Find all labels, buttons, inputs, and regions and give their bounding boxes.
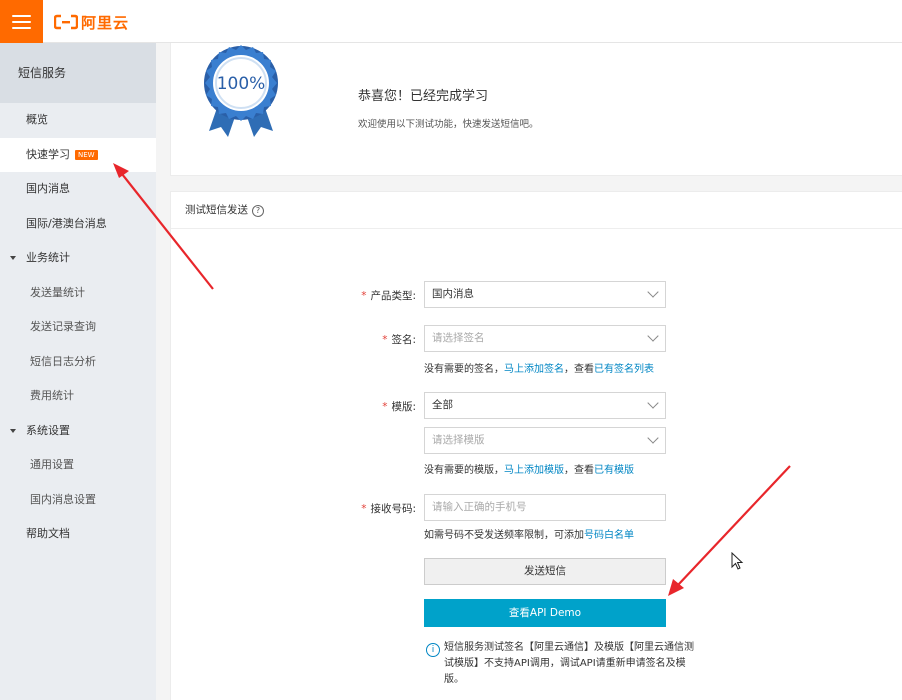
sidebar-item-label: 概览	[26, 113, 48, 126]
sidebar-title: 短信服务	[0, 43, 156, 103]
template-label: * 模版:	[382, 401, 416, 413]
aliyun-logo[interactable]: 阿里云	[54, 11, 129, 33]
product-type-value: 国内消息	[432, 288, 474, 300]
view-api-demo-button[interactable]: 查看API Demo	[424, 599, 666, 627]
phone-label: * 接收号码:	[361, 503, 416, 515]
whitelist-link[interactable]: 号码白名单	[584, 530, 634, 541]
signature-label: * 签名:	[382, 334, 416, 346]
product-type-select[interactable]: 国内消息	[424, 281, 666, 308]
sidebar-item-domestic-message[interactable]: 国内消息	[0, 172, 156, 207]
info-icon: i	[426, 643, 440, 657]
template-hint: 没有需要的模版，马上添加模版，查看已有模版	[424, 465, 634, 476]
caret-down-icon	[10, 428, 16, 433]
add-template-link[interactable]: 马上添加模版	[504, 465, 564, 476]
sidebar: 短信服务 概览 快速学习 NEW 国内消息 国际/港澳台消息 业务统计 发送量统计…	[0, 43, 156, 700]
sidebar-item-cost-stats[interactable]: 费用统计	[0, 379, 156, 414]
template-select[interactable]: 请选择模版	[424, 427, 666, 454]
signature-select[interactable]: 请选择签名	[424, 325, 666, 352]
signature-list-link[interactable]: 已有签名列表	[594, 364, 654, 375]
add-signature-link[interactable]: 马上添加签名	[504, 364, 564, 375]
sidebar-item-label: 费用统计	[30, 389, 74, 402]
congrats-title: 恭喜您！已经完成学习	[358, 89, 489, 104]
congrats-subtitle: 欢迎使用以下测试功能，快速发送短信吧。	[358, 119, 539, 130]
phone-input[interactable]: 请输入正确的手机号	[424, 494, 666, 521]
sidebar-item-label: 快速学习	[26, 147, 70, 161]
section-title: 测试短信发送	[185, 204, 248, 216]
card-header: 测试短信发送?	[171, 192, 902, 229]
sidebar-item-international-message[interactable]: 国际/港澳台消息	[0, 207, 156, 242]
sidebar-item-label: 帮助文档	[26, 527, 70, 540]
mouse-cursor-icon	[731, 552, 744, 570]
logo-text: 阿里云	[81, 13, 130, 32]
sidebar-item-help-docs[interactable]: 帮助文档	[0, 517, 156, 552]
product-type-label: * 产品类型:	[361, 290, 416, 302]
sidebar-item-label: 国内消息设置	[30, 492, 96, 506]
sidebar-item-label: 通用设置	[30, 458, 74, 471]
aliyun-logo-icon	[54, 14, 78, 30]
sidebar-item-send-volume[interactable]: 发送量统计	[0, 276, 156, 311]
sidebar-item-quick-learn[interactable]: 快速学习 NEW	[0, 137, 156, 172]
sidebar-item-domestic-settings[interactable]: 国内消息设置	[0, 483, 156, 518]
sidebar-item-label: 国内消息	[26, 182, 70, 195]
hamburger-icon	[12, 14, 31, 29]
sidebar-item-overview[interactable]: 概览	[0, 103, 156, 138]
sidebar-group-system-settings[interactable]: 系统设置	[0, 414, 156, 449]
congrats-card: 100% 恭喜您！已经完成学习 欢迎使用以下测试功能，快速发送短信吧。	[170, 43, 902, 176]
badge-text: 100%	[217, 74, 266, 94]
signature-placeholder: 请选择签名	[432, 332, 485, 344]
signature-hint: 没有需要的签名，马上添加签名，查看已有签名列表	[424, 364, 654, 375]
help-icon[interactable]: ?	[252, 205, 264, 217]
new-badge: NEW	[75, 149, 98, 160]
sidebar-item-label: 国际/港澳台消息	[26, 216, 107, 230]
caret-down-icon	[10, 256, 16, 260]
send-sms-button[interactable]: 发送短信	[424, 558, 666, 585]
phone-placeholder: 请输入正确的手机号	[432, 501, 527, 513]
sidebar-group-business-stats[interactable]: 业务统计	[0, 241, 156, 276]
template-filter-value: 全部	[432, 399, 453, 411]
template-list-link[interactable]: 已有模版	[594, 465, 634, 476]
completion-badge-icon: 100%	[204, 45, 278, 137]
main-content: 100% 恭喜您！已经完成学习 欢迎使用以下测试功能，快速发送短信吧。 测试短信…	[156, 43, 902, 700]
sidebar-item-label: 业务统计	[26, 251, 70, 264]
info-text: 短信服务测试签名【阿里云通信】及模版【阿里云通信测试模版】不支持API调用，调试…	[444, 642, 694, 685]
sidebar-item-label: 系统设置	[26, 423, 70, 437]
chevron-down-icon	[647, 397, 659, 409]
template-placeholder: 请选择模版	[432, 434, 485, 446]
sidebar-item-label: 发送量统计	[30, 285, 85, 299]
sidebar-item-label: 短信日志分析	[30, 354, 96, 368]
menu-button[interactable]	[0, 0, 43, 43]
sidebar-item-label: 发送记录查询	[30, 320, 96, 333]
sidebar-item-send-records[interactable]: 发送记录查询	[0, 310, 156, 345]
chevron-down-icon	[647, 286, 659, 298]
top-bar: 阿里云	[0, 0, 902, 43]
phone-hint: 如需号码不受发送频率限制，可添加号码白名单	[424, 530, 634, 541]
chevron-down-icon	[647, 432, 659, 444]
template-filter-select[interactable]: 全部	[424, 392, 666, 419]
sidebar-item-general-settings[interactable]: 通用设置	[0, 448, 156, 483]
chevron-down-icon	[647, 330, 659, 342]
sidebar-item-log-analysis[interactable]: 短信日志分析	[0, 345, 156, 380]
